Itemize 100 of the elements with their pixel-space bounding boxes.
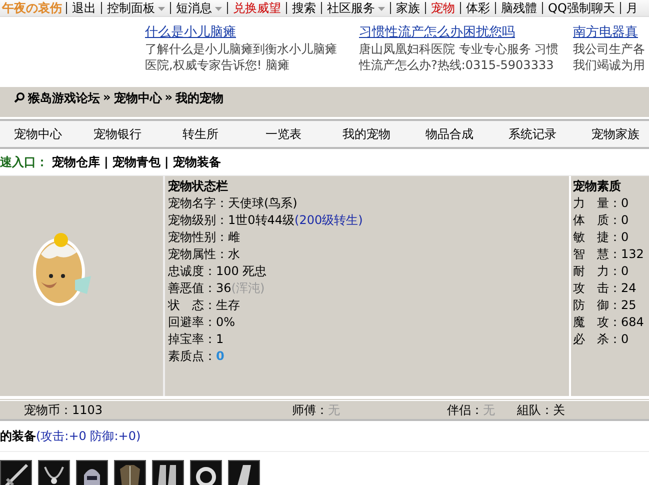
- nav-link[interactable]: 控制面板: [101, 2, 170, 14]
- ad-title-link[interactable]: 习惯性流产怎么办困扰您吗: [359, 23, 559, 41]
- attributes-title: 宠物素质: [573, 178, 622, 195]
- quick-link[interactable]: 宠物装备: [172, 154, 221, 170]
- equipment-icon[interactable]: [76, 460, 108, 485]
- rebirth-link[interactable]: (200级转生): [294, 213, 363, 227]
- caret-icon: [158, 6, 165, 11]
- ad-title-link[interactable]: 南方电器真: [573, 23, 645, 41]
- info-label: 伴侣：: [446, 402, 483, 416]
- breadcrumb-separator: »: [103, 90, 111, 104]
- status-value: 生存: [216, 298, 240, 312]
- equipment-icon[interactable]: [190, 460, 222, 485]
- nav-link[interactable]: 宠物: [425, 2, 460, 14]
- nav-link[interactable]: 社区服务: [321, 2, 390, 14]
- nav-link[interactable]: QQ强制聊天: [542, 2, 620, 14]
- tab[interactable]: 一览表: [242, 126, 325, 142]
- link-separator: |: [164, 155, 169, 169]
- caret-icon: [378, 6, 385, 11]
- attribute-value: 0: [621, 196, 629, 210]
- ad-description: 了解什么是小儿脑瘫到衡水小儿脑瘫医院,权威专家告诉您! 脑瘫: [145, 41, 338, 73]
- status-value: 雌: [228, 230, 240, 244]
- attribute-value: 132: [621, 247, 644, 261]
- equipment-title: 的装备: [0, 428, 36, 444]
- breadcrumb-separator: »: [164, 90, 173, 104]
- nav-link[interactable]: 搜索: [286, 2, 321, 14]
- nav-link[interactable]: 兑换威望: [227, 2, 286, 14]
- ad-title-link[interactable]: 什么是小儿脑瘫: [145, 23, 345, 41]
- attribute-value: 25: [621, 298, 636, 312]
- quick-entry-label: 速入口：: [0, 154, 48, 170]
- attribute-label: 智 慧：: [573, 247, 621, 261]
- status-value: 0%: [216, 315, 236, 329]
- tab[interactable]: 宠物家族: [574, 126, 649, 142]
- nav-link[interactable]: 退出: [66, 2, 101, 14]
- nav-link[interactable]: 脑残體: [495, 2, 542, 14]
- status-value: 1世0转44级: [228, 213, 295, 227]
- status-value: 天使球(鸟系): [228, 196, 298, 210]
- tab[interactable]: 宠物中心: [0, 126, 76, 142]
- equipment-icon[interactable]: [152, 460, 184, 485]
- attribute-value: 0: [621, 332, 629, 346]
- breadcrumb-link[interactable]: 猴岛游戏论坛: [28, 90, 100, 107]
- status-value: 1: [216, 332, 224, 346]
- status-note: (浑沌): [231, 281, 265, 295]
- attribute-label: 敏 捷：: [573, 230, 621, 244]
- attribute-value: 24: [621, 281, 636, 295]
- status-title: 宠物状态栏: [168, 178, 229, 195]
- attribute-label: 防 御：: [573, 298, 621, 312]
- equipment-bonus: (攻击:+0 防御:+0): [36, 428, 141, 444]
- nav-link[interactable]: 家族: [390, 2, 425, 14]
- tab[interactable]: 转生所: [159, 126, 242, 142]
- ad-description: 我公司生产各我们竭诚为用: [573, 41, 645, 73]
- status-value: 100 死忠: [216, 264, 267, 278]
- tab[interactable]: 宠物银行: [76, 126, 159, 142]
- info-value: 无: [483, 402, 495, 416]
- status-label: 宠物性别：: [168, 230, 228, 244]
- info-label: 师傅：: [291, 402, 328, 416]
- status-value: 0: [216, 349, 224, 363]
- nav-link[interactable]: 体彩: [460, 2, 495, 14]
- tab[interactable]: 系统记录: [491, 126, 574, 142]
- status-label: 忠诚度：: [168, 264, 216, 278]
- attribute-label: 力 量：: [573, 196, 621, 210]
- link-separator: |: [104, 155, 108, 169]
- attribute-label: 攻 击：: [573, 281, 621, 295]
- nav-link[interactable]: 月: [620, 2, 643, 14]
- equipment-icon[interactable]: [228, 460, 260, 485]
- status-label: 回避率：: [168, 315, 216, 329]
- attribute-label: 体 质：: [573, 213, 621, 227]
- info-value: 无: [328, 402, 340, 416]
- equipment-icon[interactable]: [0, 460, 32, 485]
- equipment-icon[interactable]: [114, 460, 146, 485]
- status-value: 36: [216, 281, 232, 295]
- attribute-value: 684: [621, 315, 644, 329]
- ad-description: 唐山凤凰妇科医院 专业专心服务 习惯性流产怎么办?热线:0315-5903333: [359, 41, 559, 73]
- nav-link[interactable]: 短消息: [170, 2, 227, 14]
- status-label: 掉宝率：: [168, 332, 216, 346]
- info-label: 宠物币：: [23, 402, 72, 416]
- breadcrumb-link[interactable]: 宠物中心: [114, 90, 162, 107]
- attribute-label: 必 杀：: [573, 332, 621, 346]
- attribute-label: 魔 攻：: [573, 315, 621, 329]
- info-label: 組队：: [516, 402, 553, 416]
- status-label: 宠物级别：: [168, 213, 228, 227]
- status-label: 素质点：: [168, 349, 216, 363]
- info-value: 关: [553, 402, 565, 416]
- attribute-label: 耐 力：: [573, 264, 621, 278]
- tab[interactable]: 物品合成: [408, 126, 491, 142]
- status-value: 水: [228, 247, 240, 261]
- equipment-icon[interactable]: [38, 460, 70, 485]
- search-icon: [14, 92, 25, 103]
- attribute-value: 0: [621, 230, 629, 244]
- breadcrumb-link[interactable]: 我的宠物: [176, 90, 224, 107]
- info-value: 1103: [72, 402, 103, 416]
- status-label: 善恶值：: [168, 281, 216, 295]
- attribute-value: 0: [621, 213, 629, 227]
- attribute-value: 0: [621, 264, 629, 278]
- caret-icon: [215, 6, 222, 11]
- status-label: 状 态：: [168, 298, 216, 312]
- tab[interactable]: 我的宠物: [325, 126, 408, 142]
- status-label: 宠物名字：: [168, 196, 228, 210]
- quick-link[interactable]: 宠物仓库: [52, 154, 100, 170]
- status-label: 宠物属性：: [168, 247, 228, 261]
- quick-link[interactable]: 宠物青包: [112, 154, 160, 170]
